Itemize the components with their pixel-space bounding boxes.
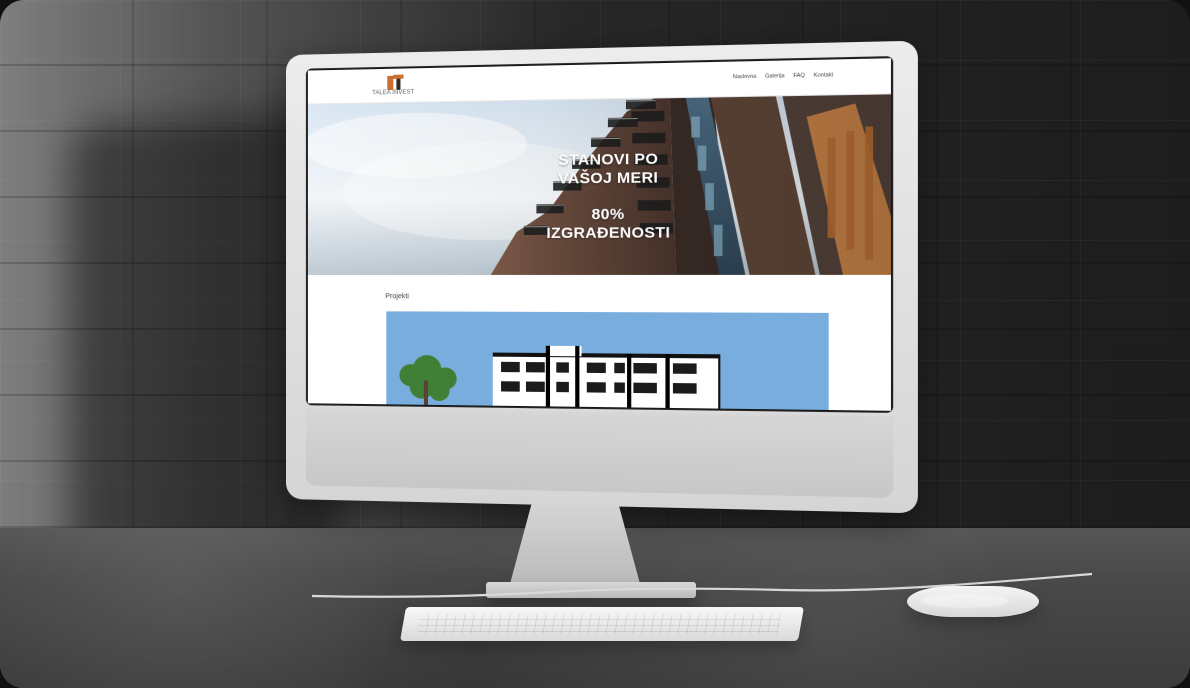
nav-item-faq[interactable]: FAQ bbox=[793, 73, 804, 80]
keyboard bbox=[400, 607, 804, 641]
nav-item-kontakt[interactable]: Kontakt bbox=[814, 72, 833, 79]
projects-heading: Projekti bbox=[385, 293, 409, 300]
website-screen: TALEA INVEST Naslovna Galerija FAQ Konta… bbox=[308, 58, 891, 411]
hero-title-line-3: 80% IZGRAĐENOSTI bbox=[534, 205, 682, 243]
top-nav: Naslovna Galerija FAQ Kontakt bbox=[733, 72, 833, 80]
page-content: Projekti bbox=[308, 275, 891, 411]
monitor-chin bbox=[306, 408, 893, 498]
project-building-image bbox=[386, 311, 828, 410]
monitor-stand-base bbox=[486, 582, 696, 598]
hero-banner: STANOVI PO VAŠOJ MERI 80% IZGRAĐENOSTI bbox=[308, 94, 891, 275]
monitor-bezel: TALEA INVEST Naslovna Galerija FAQ Konta… bbox=[306, 56, 893, 413]
scene: TALEA INVEST Naslovna Galerija FAQ Konta… bbox=[0, 0, 1190, 688]
nav-item-naslovna[interactable]: Naslovna bbox=[733, 74, 757, 81]
project-image-card[interactable] bbox=[386, 311, 828, 410]
mouse bbox=[907, 586, 1039, 617]
hero-title-line-2: VAŠOJ MERI bbox=[534, 169, 682, 189]
monitor-stand-neck bbox=[507, 494, 643, 595]
hero-copy: STANOVI PO VAŠOJ MERI 80% IZGRAĐENOSTI bbox=[534, 150, 682, 243]
nav-item-galerija[interactable]: Galerija bbox=[765, 73, 785, 80]
monitor: TALEA INVEST Naslovna Galerija FAQ Konta… bbox=[286, 41, 918, 514]
logo-text: TALEA INVEST bbox=[372, 90, 414, 97]
hero-title-line-1: STANOVI PO bbox=[534, 150, 682, 170]
